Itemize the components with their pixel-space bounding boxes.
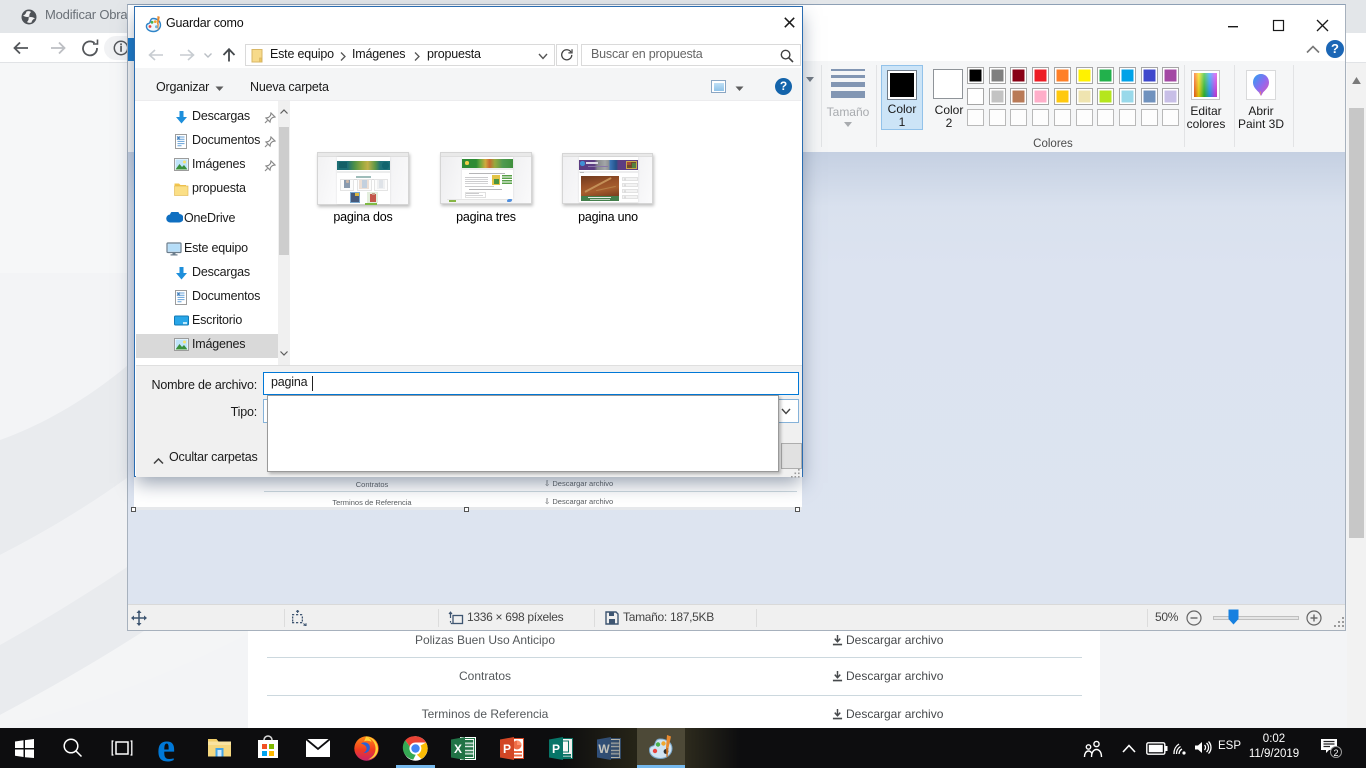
svg-text:P: P <box>552 742 560 756</box>
svg-text:2: 2 <box>1333 748 1338 758</box>
svg-text:P: P <box>503 742 511 756</box>
svg-text:X: X <box>454 742 462 756</box>
